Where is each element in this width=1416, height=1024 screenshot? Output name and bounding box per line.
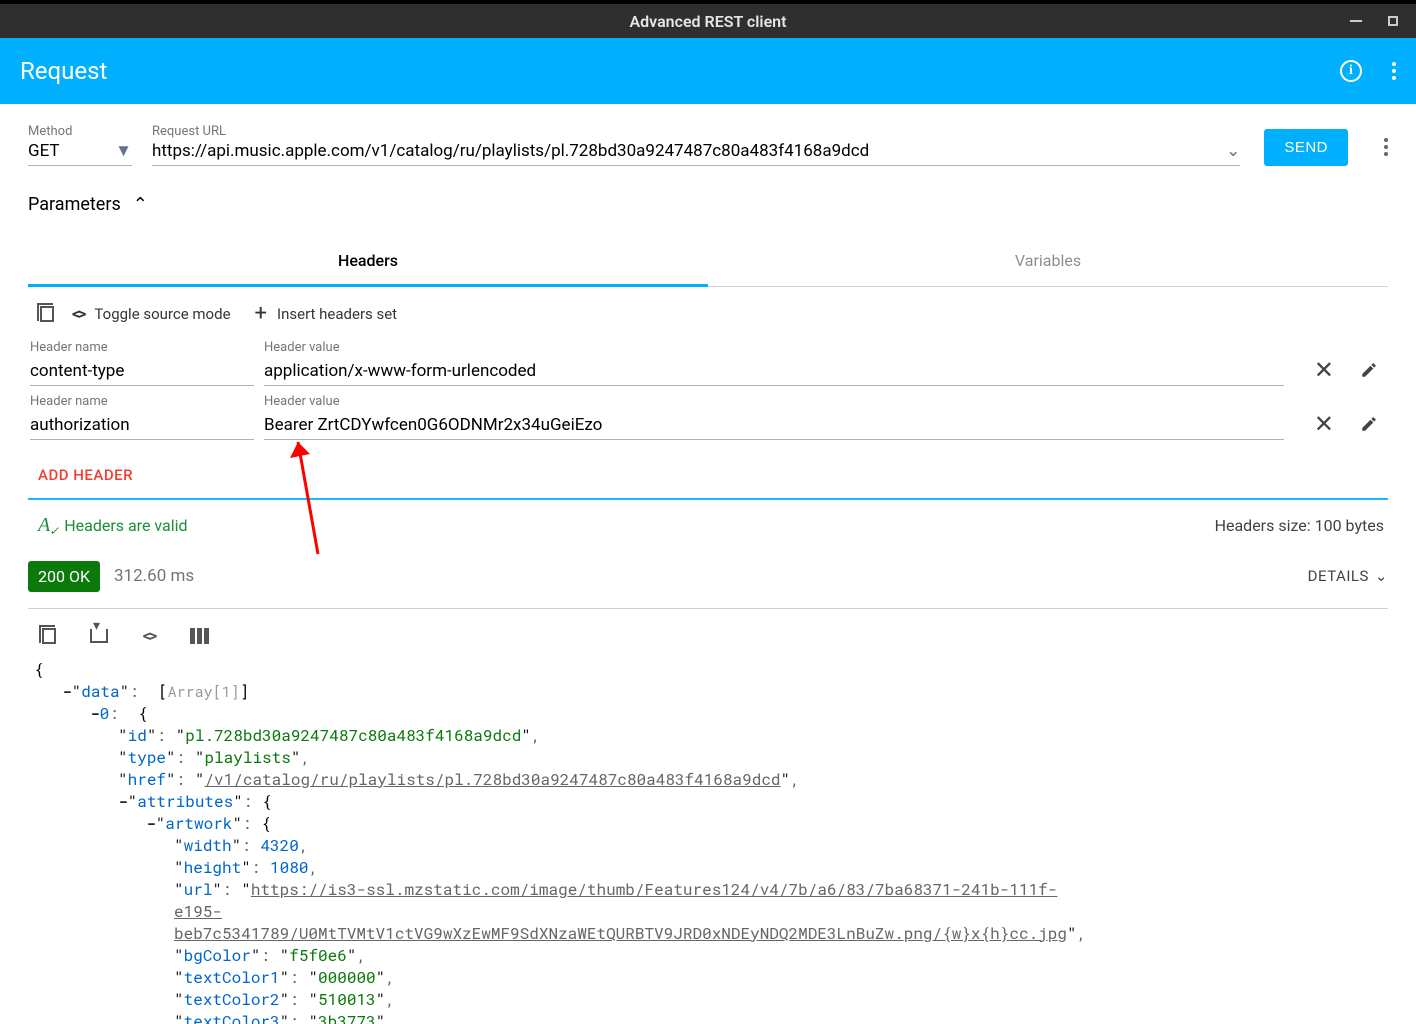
plus-icon: + [255, 301, 267, 326]
window-title: Advanced REST client [629, 12, 786, 31]
response-time: 312.60 ms [114, 566, 194, 586]
info-icon[interactable]: i [1340, 60, 1362, 82]
parameters-label: Parameters [28, 194, 121, 215]
parameters-toggle[interactable]: Parameters ⌃ [28, 194, 1388, 215]
edit-icon[interactable] [1360, 361, 1378, 379]
url-label: Request URL [152, 124, 1240, 139]
response-body[interactable]: { -"data": [Array[1]] -0: { "id": "pl.72… [28, 655, 1388, 1024]
add-header-button[interactable]: ADD HEADER [28, 448, 1388, 498]
window-maximize-icon[interactable] [1388, 16, 1398, 26]
method-label: Method [28, 124, 132, 139]
details-label: DETAILS [1308, 567, 1369, 585]
request-row: Method GET ▼ Request URL https://api.mus… [28, 124, 1388, 166]
chevron-down-icon: ▼ [115, 141, 132, 161]
toggle-source-button[interactable]: <> Toggle source mode [72, 304, 231, 323]
header-value-label: Header value [264, 394, 1284, 409]
chevron-up-icon: ⌃ [133, 194, 148, 215]
download-icon[interactable] [88, 625, 110, 647]
columns-icon[interactable] [188, 625, 210, 647]
app-header: Request i [0, 38, 1416, 104]
edit-icon[interactable] [1360, 415, 1378, 433]
header-name-input[interactable] [30, 357, 254, 386]
header-value-label: Header value [264, 340, 1284, 355]
response-toolbar: <> [28, 609, 1388, 655]
close-icon[interactable]: ✕ [1314, 412, 1334, 436]
insert-headers-label: Insert headers set [277, 305, 397, 323]
code-icon: <> [72, 304, 84, 323]
details-button[interactable]: DETAILS ⌄ [1308, 567, 1388, 585]
chevron-down-icon[interactable]: ⌄ [1226, 141, 1240, 161]
tab-variables[interactable]: Variables [708, 237, 1388, 286]
window-title-bar: Advanced REST client [0, 4, 1416, 38]
request-menu-icon[interactable] [1384, 138, 1388, 156]
url-value: https://api.music.apple.com/v1/catalog/r… [152, 141, 1226, 161]
tab-headers[interactable]: Headers [28, 237, 708, 287]
code-icon[interactable]: <> [138, 625, 160, 647]
copy-icon[interactable] [36, 303, 58, 325]
method-select[interactable]: GET ▼ [28, 141, 132, 166]
header-name-input[interactable] [30, 411, 254, 440]
toggle-source-label: Toggle source mode [94, 305, 230, 323]
headers-valid-label: Headers are valid [64, 516, 187, 535]
method-value: GET [28, 141, 60, 161]
chevron-down-icon: ⌄ [1375, 567, 1388, 585]
send-button[interactable]: SEND [1264, 129, 1348, 166]
header-value-input[interactable] [264, 357, 1284, 386]
tabs: Headers Variables [28, 237, 1388, 287]
header-name-label: Header name [30, 340, 254, 355]
headers-size-label: Headers size: 100 bytes [1215, 516, 1384, 535]
valid-check-icon: A [38, 514, 50, 537]
header-row: Header name Header value ✕ [30, 394, 1386, 440]
close-icon[interactable]: ✕ [1314, 358, 1334, 382]
header-value-input[interactable] [264, 411, 1284, 440]
page-title: Request [20, 57, 107, 85]
status-badge: 200 OK [28, 561, 100, 592]
copy-icon[interactable] [38, 625, 60, 647]
url-input[interactable]: https://api.music.apple.com/v1/catalog/r… [152, 141, 1240, 166]
header-row: Header name Header value ✕ [30, 340, 1386, 386]
window-minimize-icon[interactable] [1350, 20, 1362, 22]
header-name-label: Header name [30, 394, 254, 409]
divider [28, 498, 1388, 500]
header-menu-icon[interactable] [1392, 62, 1396, 80]
insert-headers-button[interactable]: + Insert headers set [255, 301, 398, 326]
headers-toolbar: <> Toggle source mode + Insert headers s… [28, 287, 1388, 340]
